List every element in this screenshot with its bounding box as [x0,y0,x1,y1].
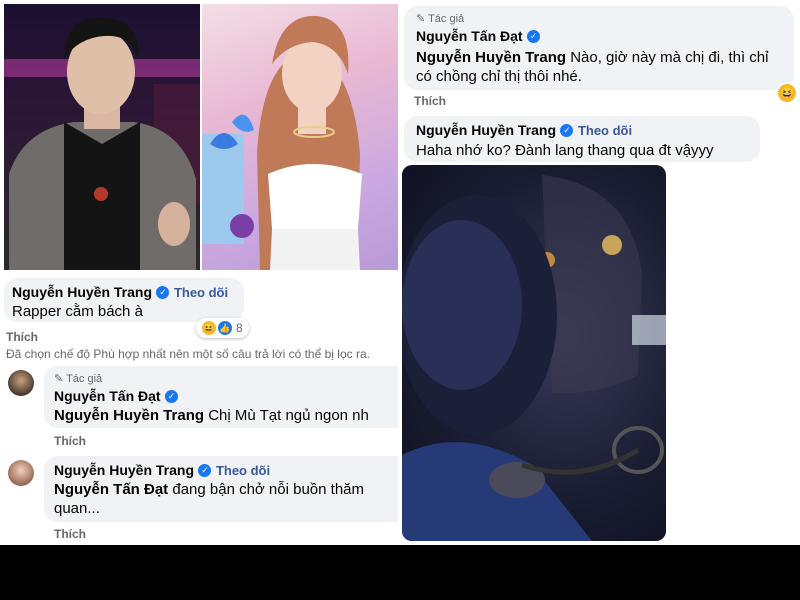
like-link[interactable]: Thích [54,527,86,541]
like-link[interactable]: Thích [414,94,446,108]
pen-icon: ✎ [54,373,64,385]
author-tag-label: Tác giả [66,373,103,385]
pen-icon: ✎ [416,13,426,25]
singer-photo [202,4,398,270]
singer-illustration [202,15,362,270]
reaction-summary[interactable]: 😆 👍 8 [196,318,249,338]
like-link[interactable]: Thích [54,434,86,448]
comment-author[interactable]: Nguyễn Huyền Trang [416,122,556,138]
reaction-count: 8 [236,321,243,335]
rapper-photo [4,4,200,270]
comment-body: Chị Mù Tạt ngủ ngon nh [204,407,369,424]
like-reaction-icon: 👍 [218,321,232,335]
comment-bubble-dat-2: ✎ Tác giả Nguyễn Tấn Đạt ✓ Nguyễn Huyền … [404,6,794,90]
comment-bubble-dat-1: ✎ Tác giả Nguyễn Tấn Đạt ✓ Nguyễn Huyền … [44,366,398,428]
rapper-illustration [4,17,200,270]
comment-author[interactable]: Nguyễn Huyền Trang [54,462,194,478]
mention-link[interactable]: Nguyễn Tấn Đạt [54,481,168,498]
mention-link[interactable]: Nguyễn Huyền Trang [54,407,204,424]
comment-text: Haha nhớ ko? Đành lang thang qua đt vậyy… [416,142,714,159]
author-tag: ✎ Tác giả [416,12,464,25]
night-ride-illustration [402,175,666,541]
author-tag: ✎ Tác giả [54,372,102,385]
filter-notice: Đã chọn chế độ Phù hợp nhất nên một số c… [6,347,370,361]
follow-link[interactable]: Theo dõi [174,285,228,300]
comment-bubble-trang-2: Nguyễn Huyền Trang ✓ Theo dõi Nguyễn Tấn… [44,456,398,522]
verified-badge-icon: ✓ [560,124,574,138]
comment-author[interactable]: Nguyễn Tấn Đạt [54,388,161,404]
verified-badge-icon: ✓ [156,286,170,300]
author-tag-label: Tác giả [428,13,465,25]
comment-text: Nguyễn Huyền Trang Nào, giờ này mà chị đ… [416,48,786,86]
follow-link[interactable]: Theo dõi [578,123,632,138]
mention-link[interactable]: Nguyễn Huyền Trang [416,49,566,66]
collage-canvas: Nguyễn Huyền Trang ✓ Theo dõi Rapper cằm… [0,0,800,545]
verified-badge-icon: ✓ [527,30,541,44]
comment-text: Nguyễn Huyền Trang Chị Mù Tạt ngủ ngon n… [54,406,369,425]
haha-reaction-icon[interactable]: 😆 [778,84,796,102]
comment-author[interactable]: Nguyễn Huyền Trang [12,284,152,300]
comment-author[interactable]: Nguyễn Tấn Đạt [416,28,523,44]
comment-text: Nguyễn Tấn Đạt đang bận chở nỗi buồn thă… [54,480,394,518]
verified-badge-icon: ✓ [165,390,179,404]
comment-bubble-trang-1: Nguyễn Huyền Trang ✓ Theo dõi Rapper cằm… [4,278,244,322]
night-ride-photo [402,165,666,541]
follow-link[interactable]: Theo dõi [216,463,270,478]
comment-bubble-trang-3: Nguyễn Huyền Trang ✓ Theo dõi Haha nhớ k… [404,116,760,162]
verified-badge-icon: ✓ [198,464,212,478]
comment-text: Rapper cằm bách à [12,303,143,320]
like-link[interactable]: Thích [6,330,38,344]
avatar-huyen-trang[interactable] [8,460,34,486]
haha-reaction-icon: 😆 [202,321,216,335]
avatar-tan-dat[interactable] [8,370,34,396]
